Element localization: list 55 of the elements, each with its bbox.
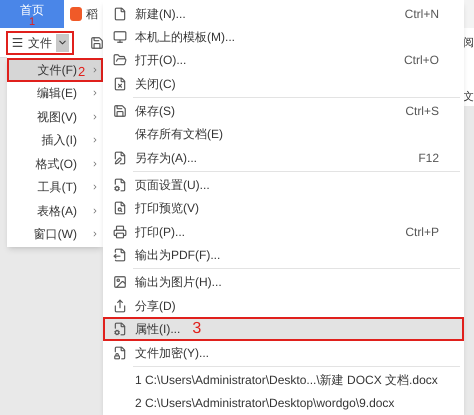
file-menu-button[interactable]: 文件 <box>9 34 71 52</box>
recent-file-item[interactable]: 1 C:\Users\Administrator\Deskto...\新建 DOCX 文档.docx <box>103 368 464 392</box>
page-gear-icon <box>113 178 127 192</box>
share-icon <box>113 298 127 313</box>
menu-item[interactable]: 属性(I)... 3 <box>103 317 464 341</box>
app-logo-icon <box>70 7 82 21</box>
menu-item[interactable]: 编辑(E) <box>7 82 103 105</box>
page-cross-icon <box>113 76 127 91</box>
shortcut-label: Ctrl+P <box>405 224 439 241</box>
toolbar-label: 阅 <box>463 36 474 50</box>
shortcut-label: Ctrl+O <box>404 52 439 70</box>
menu-item[interactable]: 插入(I) <box>7 128 103 152</box>
annotation-number: 3 <box>192 319 202 340</box>
menu-item[interactable]: 新建(N)... Ctrl+N <box>103 2 464 26</box>
menu-item[interactable]: 视图(V) <box>7 105 103 128</box>
page-magnifier-icon <box>113 201 127 216</box>
menu-item[interactable]: 另存为(A)... F12 <box>103 146 464 170</box>
menu-item[interactable]: 打印预览(V) <box>103 196 464 220</box>
menu-item[interactable]: 分享(D) <box>103 294 464 318</box>
printer-icon <box>113 224 127 239</box>
page-icon <box>113 6 127 21</box>
menu-item[interactable]: 输出为图片(H)... <box>103 270 464 294</box>
shortcut-label: Ctrl+S <box>405 103 439 120</box>
menu-item[interactable]: 工具(T) <box>7 176 103 199</box>
monitor-icon <box>113 30 127 44</box>
menu-item[interactable]: 打开(O)... Ctrl+O <box>103 48 464 72</box>
tab[interactable]: 首页 1 <box>0 0 64 28</box>
menu-item[interactable]: 本机上的模板(M)... <box>103 25 464 49</box>
dropdown-icon <box>56 34 69 52</box>
menu-item[interactable]: 页面设置(U)... <box>103 173 464 197</box>
menu-item[interactable]: 表格(A) <box>7 199 103 222</box>
menu-icon <box>11 36 24 49</box>
page-gear-icon <box>113 322 127 336</box>
toolbar-label: 文 <box>463 90 474 104</box>
folder-icon <box>113 53 127 68</box>
menu-item[interactable]: 保存所有文档(E) <box>103 122 464 146</box>
recent-file-item[interactable]: 2 C:\Users\Administrator\Desktop\wordgo\9.docx <box>103 392 464 415</box>
menu-item[interactable]: 输出为PDF(F)... <box>103 243 464 267</box>
menu-item[interactable]: 保存(S) Ctrl+S <box>103 99 464 123</box>
shortcut-label: Ctrl+N <box>404 6 439 23</box>
page-arrow-icon <box>113 248 127 262</box>
save-icon[interactable] <box>90 36 104 50</box>
page-lock-icon <box>113 346 127 360</box>
menu-item[interactable]: 打印(P)... Ctrl+P <box>103 220 464 244</box>
menu-item[interactable]: 文件(F)2 <box>7 58 103 82</box>
tab[interactable]: 稻 <box>64 0 104 28</box>
page-pen-icon <box>113 150 127 165</box>
image-icon <box>113 275 127 290</box>
annotation-number: 2 <box>78 64 86 79</box>
menu-item[interactable]: 文件加密(Y)... <box>103 340 464 364</box>
menu-item[interactable]: 关闭(C) <box>103 72 464 96</box>
menu-item[interactable]: 格式(O) <box>7 152 103 176</box>
shortcut-label: F12 <box>418 150 439 167</box>
annotation-number: 1 <box>29 16 36 28</box>
menu-item[interactable]: 窗口(W) <box>7 222 103 246</box>
